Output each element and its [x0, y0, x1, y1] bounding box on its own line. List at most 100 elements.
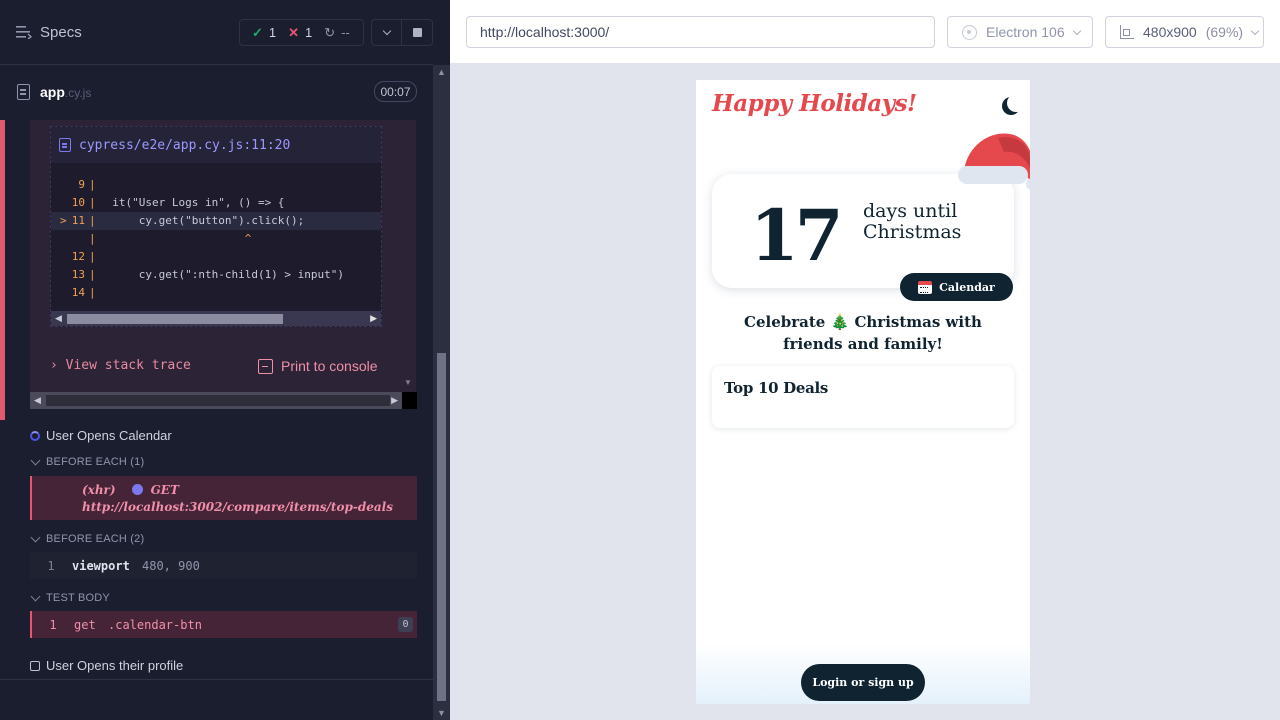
line-number: 12: [71, 250, 85, 263]
reporter-header: Specs ✓ 1 ✕ 1 ↻ --: [0, 0, 433, 65]
stop-button[interactable]: [402, 20, 432, 45]
code-frame-scrollbar[interactable]: ◀ ▶: [51, 311, 381, 326]
scroll-up-icon[interactable]: ▲: [437, 67, 446, 77]
view-stack-trace-button[interactable]: › View stack trace: [50, 358, 191, 373]
code-frame-header[interactable]: cypress/e2e/app.cy.js:11:20: [51, 127, 381, 163]
line-number: 11: [71, 214, 85, 227]
terminal-icon: [258, 358, 273, 374]
code-line: 13 | cy.get(":nth-child(1) > input"): [51, 266, 381, 284]
failed-stat: ✕ 1: [288, 25, 312, 41]
viewport-size: 480x900: [1143, 24, 1197, 40]
test-title: User Opens Calendar: [46, 428, 172, 443]
line-number: 9: [78, 178, 85, 191]
file-icon: [59, 138, 71, 152]
check-icon: ✓: [252, 24, 263, 40]
element-count-badge: 0: [398, 617, 413, 632]
spec-file-row[interactable]: app.cy.js: [0, 66, 433, 118]
top-deals-card[interactable]: Top 10 Deals: [712, 366, 1014, 428]
pending-icon: [30, 660, 40, 671]
test-title: User Opens their profile: [46, 658, 184, 673]
url-bar[interactable]: http://localhost:3000/: [466, 16, 935, 48]
x-icon: ✕: [288, 24, 300, 40]
stop-icon: [412, 28, 422, 37]
error-panel-scrollbar[interactable]: ◀ ▶: [30, 392, 402, 409]
browser-label: Electron 106: [986, 24, 1065, 40]
chevron-right-icon: ›: [50, 358, 58, 373]
command-args: 480, 900: [142, 558, 200, 573]
code-line: 12 |: [51, 248, 381, 266]
passed-stat: ✓ 1: [252, 25, 276, 41]
print-console-label: Print to console: [281, 358, 378, 374]
scroll-left-icon[interactable]: ◀: [34, 395, 41, 406]
line-number: 10: [71, 196, 85, 209]
pending-count: --: [341, 25, 350, 40]
moon-icon[interactable]: [1007, 94, 1025, 112]
app-title: Happy Holidays!: [712, 90, 917, 117]
xhr-command[interactable]: (xhr) GET http://localhost:3002/compare/…: [30, 476, 417, 520]
failed-test-indicator: [0, 120, 5, 420]
scrollbar-thumb[interactable]: [46, 395, 390, 406]
viewport-command[interactable]: 1 viewport 480, 900: [30, 552, 417, 579]
santa-hat-icon: [958, 133, 1030, 190]
chevron-down-icon: [30, 532, 41, 542]
celebrate-message: Celebrate 🎄 Christmas with friends and f…: [744, 313, 982, 353]
xhr-status-dot: [131, 484, 143, 495]
line-code: cy.get("button").click();: [99, 214, 305, 227]
error-panel: cypress/e2e/app.cy.js:11:20 9 | 10 | it("U…: [30, 120, 416, 409]
command-number: 1: [47, 558, 55, 573]
chevron-down-icon: [382, 26, 391, 36]
chevron-down-icon: [1072, 26, 1081, 35]
scroll-down-icon[interactable]: ▼: [437, 708, 446, 718]
run-controls: [371, 19, 433, 46]
specs-menu-icon[interactable]: [16, 25, 32, 39]
calendar-icon: [918, 280, 933, 294]
pending-icon: ↻: [324, 24, 336, 40]
scrollbar-thumb[interactable]: [67, 314, 283, 324]
command-args: .calendar-btn: [108, 617, 202, 632]
spinner-icon: [30, 430, 40, 441]
scroll-right-icon[interactable]: ▶: [391, 395, 398, 406]
line-number: 14: [71, 286, 85, 299]
failed-count: 1: [305, 25, 313, 40]
expand-button[interactable]: [372, 20, 403, 45]
xhr-url: http://localhost:3002/compare/items/top-…: [82, 499, 393, 514]
specs-label[interactable]: Specs: [40, 24, 82, 41]
hook-test-body[interactable]: TEST BODY: [30, 591, 110, 604]
scroll-down-icon[interactable]: ▼: [404, 378, 412, 387]
test-user-opens-calendar[interactable]: User Opens Calendar: [30, 428, 172, 443]
divider: [0, 679, 433, 680]
hook-before-each-1[interactable]: BEFORE EACH (1): [30, 455, 145, 468]
print-to-console-button[interactable]: Print to console: [258, 358, 378, 374]
line-number: [51, 230, 89, 248]
command-name: get: [74, 617, 96, 632]
viewport-icon: [1120, 25, 1134, 39]
spec-file-name: app.cy.js: [40, 84, 91, 100]
code-frame: cypress/e2e/app.cy.js:11:20 9 | 10 | it("U…: [50, 126, 382, 327]
test-stats: ✓ 1 ✕ 1 ↻ --: [239, 19, 364, 46]
code-line-highlighted: > 11 | cy.get("button").click();: [51, 212, 381, 230]
viewport-selector[interactable]: 480x900 (69%): [1105, 16, 1264, 48]
calendar-button[interactable]: Calendar: [900, 273, 1013, 301]
scroll-right-icon[interactable]: ▶: [370, 313, 377, 324]
hook-label: BEFORE EACH (1): [46, 456, 145, 468]
chevron-down-icon: [1250, 26, 1260, 35]
scrollbar-thumb[interactable]: [437, 353, 446, 701]
line-code: cy.get(":nth-child(1) > input"): [99, 268, 345, 281]
scrollbar-corner: [402, 392, 417, 409]
stack-trace-label: View stack trace: [65, 358, 191, 373]
reporter-scrollbar[interactable]: ▲ ▼: [433, 65, 450, 720]
scroll-left-icon[interactable]: ◀: [55, 313, 62, 324]
hook-before-each-2[interactable]: BEFORE EACH (2): [30, 532, 144, 545]
spec-name: app: [40, 84, 65, 100]
code-lines: 9 | 10 | it("User Logs in", () => { > 11 | …: [51, 163, 381, 302]
viewport-scale: (69%): [1205, 24, 1244, 40]
code-frame-path[interactable]: cypress/e2e/app.cy.js:11:20: [79, 138, 290, 153]
test-user-opens-profile[interactable]: User Opens their profile: [30, 658, 183, 673]
line-number: 13: [71, 268, 85, 281]
get-command[interactable]: 1 get .calendar-btn 0: [30, 611, 417, 638]
browser-selector[interactable]: Electron 106: [947, 16, 1093, 48]
code-line-caret: | ^: [51, 230, 381, 248]
line-code: ^: [99, 232, 252, 245]
login-button[interactable]: Login or sign up: [801, 664, 925, 701]
app-frame: Happy Holidays! 17 days until Christmas …: [696, 80, 1030, 704]
